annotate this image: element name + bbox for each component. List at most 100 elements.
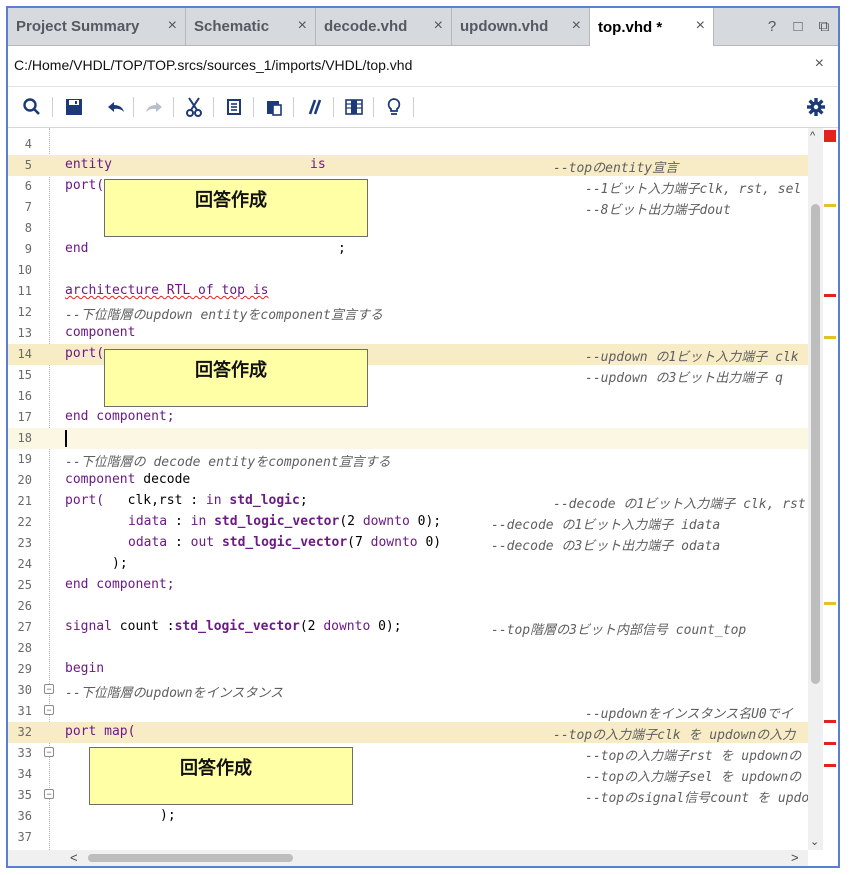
code-comment: --updown の1ビット入力端子 clk: [585, 350, 799, 365]
tab-label: Schematic: [194, 18, 270, 35]
code-line: 26: [8, 596, 808, 617]
code-line: 4: [8, 134, 808, 155]
line-number: 13: [17, 326, 32, 340]
comment-icon[interactable]: [302, 95, 326, 119]
code-editor[interactable]: 4 5 entity is --topのentity宣言 6 port( --1…: [8, 128, 808, 850]
scroll-left-icon[interactable]: <: [70, 850, 78, 865]
editor-window: Project Summary × Schematic × decode.vhd…: [6, 6, 840, 868]
line-number: 37: [17, 830, 32, 844]
window-controls: ? □ ⧉: [764, 8, 832, 45]
warning-marker[interactable]: [824, 204, 836, 207]
fold-end-icon[interactable]: −: [44, 705, 54, 715]
fold-collapse-icon[interactable]: −: [44, 684, 54, 694]
scroll-right-icon[interactable]: >: [791, 850, 799, 865]
tab-project-summary[interactable]: Project Summary ×: [8, 8, 186, 45]
line-number: 4: [24, 137, 32, 151]
code-line: 19 --下位階層の decode entityをcomponent宣言する: [8, 449, 808, 470]
float-icon[interactable]: ⧉: [816, 18, 832, 35]
line-number: 10: [17, 263, 32, 277]
tab-decode-vhd[interactable]: decode.vhd ×: [316, 8, 452, 45]
paste-icon[interactable]: [262, 95, 286, 119]
tab-label: Project Summary: [16, 18, 140, 35]
tab-top-vhd[interactable]: top.vhd * ×: [590, 8, 714, 46]
line-number: 14: [17, 347, 32, 361]
close-icon[interactable]: ×: [815, 55, 824, 73]
tab-updown-vhd[interactable]: updown.vhd ×: [452, 8, 590, 45]
bulb-icon[interactable]: [382, 95, 406, 119]
code-text: signal count :std_logic_vector(2 downto …: [65, 619, 402, 634]
line-number: 5: [24, 158, 32, 172]
code-line: 9 end ;: [8, 239, 808, 260]
gear-icon[interactable]: [804, 95, 828, 119]
scroll-down-icon[interactable]: ⌄: [810, 835, 819, 848]
line-number: 23: [17, 536, 32, 550]
code-text: );: [112, 556, 128, 571]
error-marker[interactable]: [824, 764, 836, 767]
code-comment: --1ビット入力端子clk, rst, sel: [585, 182, 802, 197]
code-line: 24 );: [8, 554, 808, 575]
scroll-thumb[interactable]: [88, 854, 293, 862]
search-icon[interactable]: [20, 95, 44, 119]
warning-marker[interactable]: [824, 602, 836, 605]
error-marker[interactable]: [824, 130, 836, 142]
code-line: 13 component: [8, 323, 808, 344]
column-select-icon[interactable]: [342, 95, 366, 119]
restore-icon[interactable]: □: [790, 18, 806, 35]
code-text: port(: [65, 346, 105, 361]
cut-icon[interactable]: [182, 95, 206, 119]
code-text: ;: [338, 241, 346, 256]
undo-icon[interactable]: [104, 95, 128, 119]
code-text: end component;: [65, 577, 175, 592]
fold-end-icon[interactable]: −: [44, 789, 54, 799]
vertical-scrollbar[interactable]: ^ ⌄: [808, 128, 823, 850]
tab-schematic[interactable]: Schematic ×: [186, 8, 316, 45]
error-marker[interactable]: [824, 720, 836, 723]
close-icon[interactable]: ×: [298, 17, 307, 35]
code-text: end: [65, 241, 89, 256]
line-number: 36: [17, 809, 32, 823]
warning-marker[interactable]: [824, 336, 836, 339]
save-icon[interactable]: [62, 95, 86, 119]
code-line: 20 component decode: [8, 470, 808, 491]
line-number: 15: [17, 368, 32, 382]
line-number: 29: [17, 662, 32, 676]
answer-box: 回答作成: [89, 747, 353, 805]
code-text: architecture RTL of top is: [65, 283, 269, 298]
code-line: 17 end component;: [8, 407, 808, 428]
code-comment: --topのentity宣言: [553, 161, 679, 176]
line-number: 17: [17, 410, 32, 424]
code-comment: --updown の3ビット出力端子 q: [585, 371, 783, 386]
error-marker[interactable]: [824, 294, 836, 297]
line-number: 20: [17, 473, 32, 487]
close-icon[interactable]: ×: [572, 17, 581, 35]
close-icon[interactable]: ×: [168, 17, 177, 35]
help-icon[interactable]: ?: [764, 18, 780, 35]
code-comment: --下位階層のupdownをインスタンス: [65, 686, 284, 701]
line-number: 12: [17, 305, 32, 319]
line-number: 35: [17, 788, 32, 802]
scroll-up-icon[interactable]: ^: [810, 130, 815, 142]
redo-icon[interactable]: [142, 95, 166, 119]
line-number: 31: [17, 704, 32, 718]
line-number: 6: [24, 179, 32, 193]
code-line: 5 entity is --topのentity宣言: [8, 155, 808, 176]
code-text: entity: [65, 157, 112, 172]
line-number: 24: [17, 557, 32, 571]
fold-collapse-icon[interactable]: −: [44, 747, 54, 757]
code-comment: --top階層の3ビット内部信号 count_top: [491, 623, 747, 638]
line-number: 33: [17, 746, 32, 760]
code-text: port(: [65, 178, 105, 193]
overview-ruler[interactable]: [823, 128, 838, 850]
line-number: 27: [17, 620, 32, 634]
code-line-current: 18: [8, 428, 808, 449]
horizontal-scrollbar[interactable]: < >: [8, 850, 808, 866]
copy-icon[interactable]: [222, 95, 246, 119]
code-comment: --updownをインスタンス名U0でイ: [585, 707, 793, 722]
error-marker[interactable]: [824, 742, 836, 745]
scroll-thumb[interactable]: [811, 204, 820, 684]
close-icon[interactable]: ×: [696, 17, 705, 35]
code-line: 36 );: [8, 806, 808, 827]
answer-box: 回答作成: [104, 179, 368, 237]
close-icon[interactable]: ×: [434, 17, 443, 35]
line-number: 32: [17, 725, 32, 739]
